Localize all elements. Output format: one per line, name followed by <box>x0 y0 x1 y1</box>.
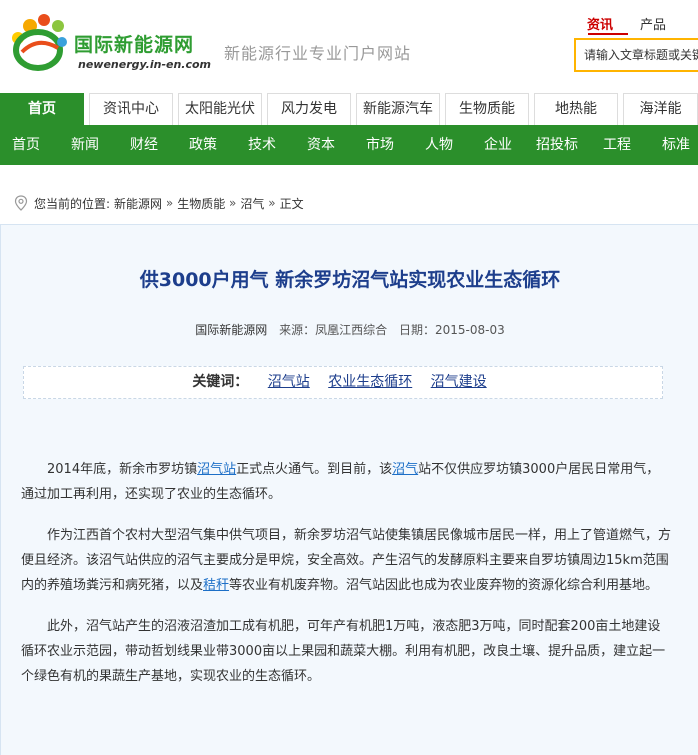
nav-item-tech[interactable]: 技术 <box>248 125 276 165</box>
keyword-link[interactable]: 沼气建设 <box>431 374 487 390</box>
top-tab-news[interactable]: 资讯 <box>587 14 613 33</box>
breadcrumb-separator: » <box>264 196 276 210</box>
breadcrumb-link-biomass[interactable]: 生物质能 <box>177 195 225 212</box>
breadcrumb-separator: » <box>225 196 237 210</box>
channel-tab-geothermal[interactable]: 地热能 <box>534 93 618 125</box>
site-slogan: 新能源行业专业门户网站 <box>224 44 412 63</box>
channel-tab-news-center[interactable]: 资讯中心 <box>89 93 173 125</box>
channel-tab-solar[interactable]: 太阳能光伏 <box>178 93 262 125</box>
inline-keyword-link[interactable]: 沼气 <box>392 462 418 477</box>
breadcrumb-link-home[interactable]: 新能源网 <box>114 195 162 212</box>
active-tab-indicator <box>588 33 628 35</box>
text-run: 等农业有机废弃物。沼气站因此也成为农业废弃物的资源化综合利用基地。 <box>229 578 659 593</box>
breadcrumb-link-biogas[interactable]: 沼气 <box>240 195 264 212</box>
channel-tab-biomass[interactable]: 生物质能 <box>445 93 529 125</box>
keywords-label: 关键词： <box>192 374 249 390</box>
breadcrumb: 您当前的位置: 新能源网 » 生物质能 » 沼气 » 正文 <box>14 194 308 212</box>
article-source: 来源：凤凰江西综合 <box>279 323 388 337</box>
nav-item-home[interactable]: 首页 <box>12 125 40 165</box>
nav-item-companies[interactable]: 企业 <box>484 125 512 165</box>
nav-item-market[interactable]: 市场 <box>366 125 394 165</box>
article-paragraph: 作为江西首个农村大型沼气集中供气项目，新余罗坊沼气站使集镇居民像城市居民一样，用… <box>21 523 671 598</box>
keyword-link[interactable]: 沼气站 <box>268 374 310 390</box>
nav-item-engineering[interactable]: 工程 <box>603 125 631 165</box>
site-header: 国际新能源网 newenergy.in-en.com 新能源行业专业门户网站 资… <box>0 0 698 92</box>
logo-flower-icon <box>12 14 67 71</box>
channel-tab-home[interactable]: 首页 <box>0 93 84 125</box>
channel-tab-ocean[interactable]: 海洋能 <box>623 93 698 125</box>
article-paragraph: 此外，沼气站产生的沼液沼渣加工成有机肥，可年产有机肥1万吨，液态肥3万吨，同时配… <box>21 619 666 684</box>
text-run: 2014年底，新余市罗坊镇 <box>47 462 198 477</box>
article-title: 供3000户用气 新余罗坊沼气站实现农业生态循环 <box>139 269 561 291</box>
text-run: 正式点火通气。到目前，该 <box>236 462 393 477</box>
logo-domain: newenergy.in-en.com <box>78 58 212 71</box>
location-pin-icon <box>14 195 28 211</box>
top-tab-products[interactable]: 产品 <box>640 14 666 33</box>
nav-item-tenders[interactable]: 招投标 <box>536 125 578 165</box>
article-meta: 国际新能源网 来源：凤凰江西综合 日期：2015-08-03 <box>1 321 698 338</box>
channel-tabs: 首页 资讯中心 太阳能光伏 风力发电 新能源汽车 生物质能 地热能 海洋能 <box>0 93 698 125</box>
site-logo[interactable]: 国际新能源网 newenergy.in-en.com <box>8 8 228 78</box>
article-site: 国际新能源网 <box>195 323 268 337</box>
nav-item-policy[interactable]: 政策 <box>189 125 217 165</box>
nav-item-news[interactable]: 新闻 <box>71 125 99 165</box>
keywords-box: 关键词： 沼气站 农业生态循环 沼气建设 <box>23 366 663 399</box>
inline-keyword-link[interactable]: 沼气站 <box>197 462 236 477</box>
article-container: 供3000户用气 新余罗坊沼气站实现农业生态循环 国际新能源网 来源：凤凰江西综… <box>0 224 698 755</box>
main-nav: 首页 新闻 财经 政策 技术 资本 市场 人物 企业 招投标 工程 标准 <box>0 125 698 165</box>
logo-title: 国际新能源网 <box>74 34 195 56</box>
search-input[interactable] <box>576 40 698 70</box>
article-paragraph: 2014年底，新余市罗坊镇沼气站正式点火通气。到目前，该沼气站不仅供应罗坊镇30… <box>21 457 671 507</box>
breadcrumb-prefix: 您当前的位置: <box>34 196 111 211</box>
article-date: 日期：2015-08-03 <box>398 323 505 337</box>
inline-keyword-link[interactable]: 秸秆 <box>203 578 229 593</box>
breadcrumb-separator: » <box>162 196 174 210</box>
channel-tab-ev[interactable]: 新能源汽车 <box>356 93 440 125</box>
breadcrumb-current: 正文 <box>279 196 304 211</box>
article-body: 2014年底，新余市罗坊镇沼气站正式点火通气。到目前，该沼气站不仅供应罗坊镇30… <box>21 457 671 705</box>
nav-item-people[interactable]: 人物 <box>425 125 453 165</box>
search-box[interactable] <box>574 38 698 72</box>
nav-item-standards[interactable]: 标准 <box>662 125 690 165</box>
nav-item-finance[interactable]: 财经 <box>130 125 158 165</box>
nav-item-capital[interactable]: 资本 <box>307 125 335 165</box>
keyword-link[interactable]: 农业生态循环 <box>328 374 412 390</box>
channel-tab-wind[interactable]: 风力发电 <box>267 93 351 125</box>
